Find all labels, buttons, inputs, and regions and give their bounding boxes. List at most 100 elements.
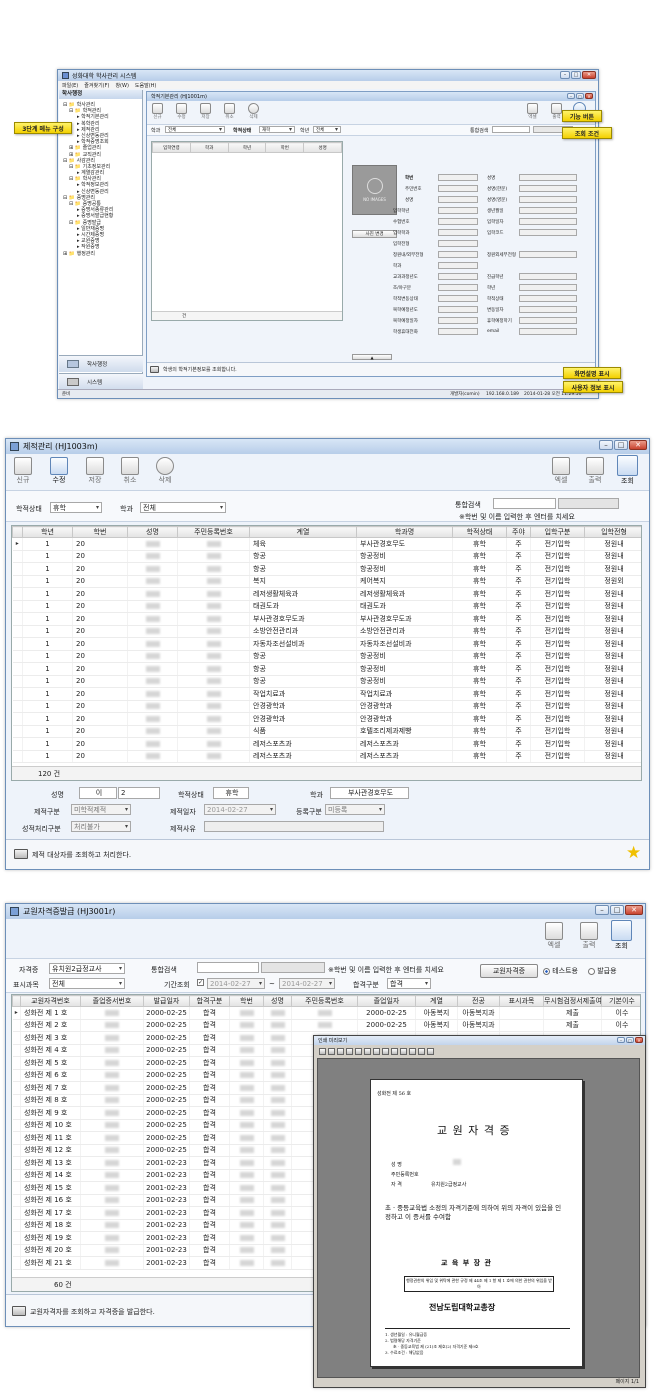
form-field[interactable] — [438, 174, 478, 181]
form-field[interactable] — [438, 295, 478, 302]
form-field[interactable] — [519, 273, 577, 280]
search-button[interactable]: 조회 — [611, 920, 632, 951]
print-button[interactable]: 출력 — [551, 103, 562, 120]
dept-select[interactable]: 전체 — [165, 126, 225, 133]
col-header[interactable]: 졸업일자 — [357, 995, 416, 1007]
save-icon[interactable] — [418, 1047, 425, 1055]
search-input[interactable] — [493, 498, 556, 509]
form-field[interactable] — [438, 196, 478, 203]
excel-button[interactable]: 엑셀 — [552, 457, 570, 485]
status-select[interactable]: 재학 — [259, 126, 295, 133]
zoom-out-icon[interactable] — [337, 1047, 344, 1055]
teacher-cert-button[interactable]: 교원자격증 — [480, 964, 538, 978]
dept-select[interactable]: 전체 — [140, 502, 226, 513]
form-field[interactable] — [519, 295, 577, 302]
form-field[interactable] — [519, 229, 577, 236]
date-from[interactable]: 2014-02-27 — [207, 978, 265, 989]
new-button[interactable]: 신규 — [14, 457, 32, 485]
last-page-icon[interactable] — [373, 1047, 380, 1055]
expand-toggle-button[interactable]: ▲ — [352, 354, 392, 360]
menu-favorites[interactable]: 즐겨찾기(F) — [84, 82, 109, 89]
col-header[interactable]: 학번 — [72, 526, 128, 538]
expel-date-select[interactable]: 2014-02-27 — [204, 804, 276, 815]
subject-select[interactable]: 전체 — [49, 978, 125, 989]
period-checkbox[interactable]: ✓ — [197, 979, 204, 986]
minimize-button[interactable]: – — [599, 440, 613, 450]
cancel-button[interactable]: 취소 — [224, 103, 235, 120]
status-select[interactable]: 휴학 — [50, 502, 102, 513]
col-header[interactable]: 주민등록번호 — [291, 995, 358, 1007]
minimize-button[interactable]: – — [560, 71, 570, 79]
preview-close-button[interactable]: ✕ — [635, 1037, 643, 1043]
table-row[interactable]: 1 20 항공 항공정비 휴학 주 전기입학 정원내 — [12, 662, 641, 676]
form-field[interactable] — [519, 317, 577, 324]
col-header[interactable]: 입학연령 — [152, 142, 191, 153]
table-row[interactable]: 1 20 자동차조선설비과 자동차조선설비과 휴학 주 전기입학 정원내 — [12, 637, 641, 651]
col-header[interactable]: 발급일자 — [143, 995, 190, 1007]
inner-minimize-button[interactable]: – — [567, 93, 575, 99]
table-row[interactable]: 1 20 태권도과 태권도과 휴학 주 전기입학 정원내 — [12, 600, 641, 613]
tree-node[interactable]: ⊞ 📁 행정관리 — [63, 251, 142, 257]
table-row[interactable]: 1 20 부사관경호무도과 부사관경호무도과 휴학 주 전기입학 정원내 — [12, 612, 641, 626]
form-field[interactable] — [438, 185, 478, 192]
table-row[interactable]: 1 20 레저스포츠과 레저스포츠과 휴학 주 전기입학 정원내 — [12, 737, 641, 751]
grade-proc-select[interactable]: 처리불가 — [71, 821, 131, 832]
table-row[interactable]: 1 20 레저생활체육과 레저생활체육과 휴학 주 전기입학 정원내 — [12, 587, 641, 601]
col-header[interactable]: 학번 — [265, 142, 305, 153]
table-row[interactable]: 1 20 식품 호텔조리제과제빵 휴학 주 전기입학 정원내 — [12, 725, 641, 738]
menu-help[interactable]: 도움말(H) — [135, 82, 156, 89]
pass-select[interactable]: 합격 — [387, 978, 431, 989]
form-field[interactable] — [519, 196, 577, 203]
form-field[interactable] — [438, 207, 478, 214]
edit-button[interactable]: 수정 — [176, 103, 187, 120]
mail-icon[interactable] — [409, 1047, 416, 1055]
form-field[interactable] — [438, 240, 478, 247]
table-row[interactable]: 1 20 작업치료과 작업치료과 휴학 주 전기입학 정원내 — [12, 687, 641, 701]
form-field[interactable] — [438, 306, 478, 313]
next-page-icon[interactable] — [364, 1047, 371, 1055]
expel-reason-input[interactable] — [204, 821, 384, 832]
reg-type-select[interactable]: 미등록 — [325, 804, 385, 815]
excel-button[interactable]: 엑셀 — [527, 103, 538, 120]
form-field[interactable] — [438, 262, 478, 269]
form-field[interactable] — [438, 317, 478, 324]
restore-button[interactable]: □ — [614, 440, 628, 450]
form-field[interactable] — [438, 229, 478, 236]
excel-button[interactable]: 엑셀 — [545, 922, 563, 950]
new-button[interactable]: 신규 — [152, 103, 163, 120]
change-photo-button[interactable]: 사진 변경 — [352, 230, 397, 238]
form-field[interactable] — [438, 328, 478, 335]
col-header[interactable]: 학적상태 — [452, 526, 507, 538]
preview-minimize-button[interactable]: – — [617, 1037, 625, 1043]
form-field[interactable] — [519, 328, 577, 335]
table-row[interactable]: 성화전 제 2 호 2000-02-25 합격 2000-02-25 아동복지 아동복지과… — [12, 1019, 640, 1032]
col-header[interactable]: 주민등록번호 — [177, 526, 250, 538]
single-page-icon[interactable] — [382, 1047, 389, 1055]
col-header[interactable]: 성명 — [303, 142, 342, 153]
table-row[interactable]: 1 20 소방안전관리과 소방안전관리과 휴학 주 전기입학 정원내 — [12, 625, 641, 638]
col-header[interactable]: 무시험검정서제출여부 — [543, 995, 602, 1007]
delete-button[interactable]: 삭제 — [156, 457, 174, 485]
nav-button-system[interactable]: 시스템 — [59, 373, 143, 390]
table-row[interactable]: 1 20 항공 항공정비 휴학 주 전기입학 정원내 — [12, 675, 641, 688]
close-icon[interactable] — [427, 1047, 434, 1055]
grade-select[interactable]: 전체 — [313, 126, 341, 133]
maximize-button[interactable]: □ — [571, 71, 581, 79]
col-header[interactable]: 계열 — [249, 526, 357, 538]
table-row[interactable]: 1 20 레저스포츠과 레저스포츠과 휴학 주 전기입학 정원내 — [12, 750, 641, 763]
col-header[interactable]: 성명 — [263, 995, 292, 1007]
close-button[interactable]: ✕ — [625, 905, 643, 915]
col-header[interactable]: 입학구분 — [530, 526, 585, 538]
s2-student-grid[interactable]: 학년 학번 성명 주민등록번호 계열 학과명 학적상태 주야 입학구분 입학전형 ▸ 1 20 체육 부사… — [11, 525, 642, 781]
col-header[interactable]: 학년 — [22, 526, 73, 538]
table-row[interactable]: 1 20 안경광학과 안경광학과 휴학 주 전기입학 정원내 — [12, 700, 641, 713]
inner-restore-button[interactable]: □ — [576, 93, 584, 99]
col-header[interactable]: 합격구분 — [189, 995, 230, 1007]
print-button[interactable]: 출력 — [586, 457, 604, 485]
form-field[interactable] — [519, 207, 577, 214]
search-input-2[interactable] — [558, 498, 619, 509]
col-header[interactable]: 졸업증서번호 — [80, 995, 144, 1007]
form-field[interactable] — [519, 185, 577, 192]
col-header[interactable]: 학과명 — [356, 526, 453, 538]
cert-select[interactable]: 유치원2급정교사 — [49, 963, 125, 974]
